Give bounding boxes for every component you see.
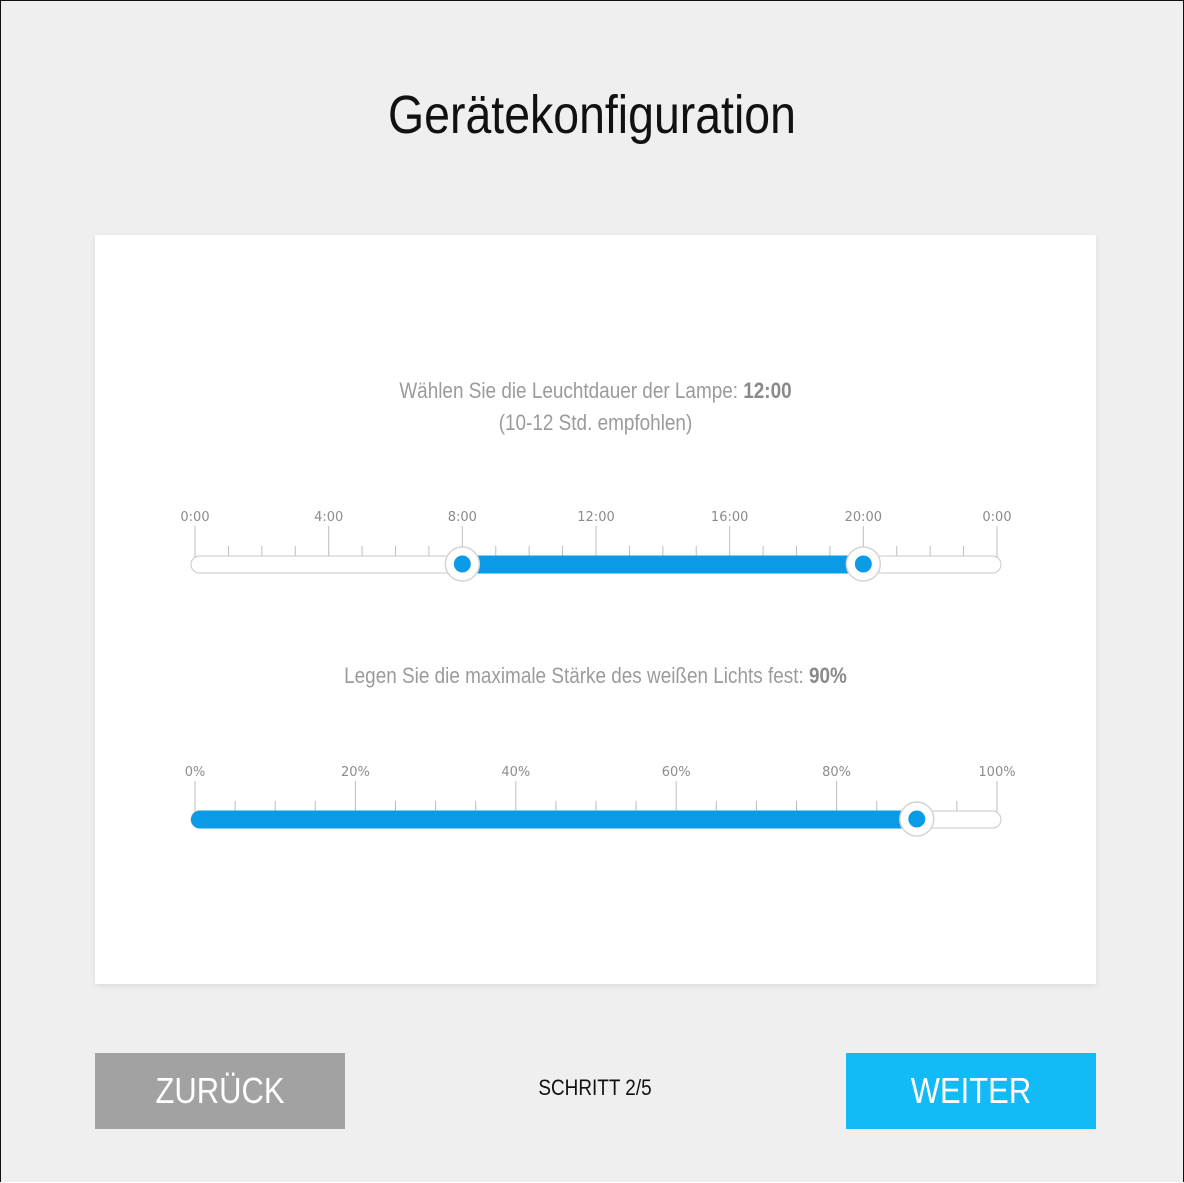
intensity-label: Legen Sie die maximale Stärke des weißen… xyxy=(165,663,1026,689)
sliders-canvas: 0:00 4:00 8:00 12:00 16:00 20:00 0:00 0% 20% 40%… xyxy=(180,510,1016,837)
intensity-tick-label: 60% xyxy=(662,765,691,780)
duration-tick-label: 8:00 xyxy=(448,510,477,525)
duration-tick-label: 16:00 xyxy=(711,510,748,525)
intensity-tick-label: 0% xyxy=(185,765,206,780)
settings-card: Wählen Sie die Leuchtdauer der Lampe: 12… xyxy=(95,235,1096,984)
duration-tick-label: 20:00 xyxy=(845,510,882,525)
intensity-tick-label: 100% xyxy=(978,765,1015,780)
duration-tick-label: 0:00 xyxy=(982,510,1011,525)
intensity-thumb-dot-1 xyxy=(908,810,926,828)
intensity-value: 90% xyxy=(808,663,847,688)
intensity-tick-label: 20% xyxy=(341,765,370,780)
duration-tick-label: 0:00 xyxy=(180,510,209,525)
step-indicator: SCHRITT 2/5 xyxy=(538,1075,652,1100)
duration-thumb-dot-1 xyxy=(453,555,471,573)
intensity-tick-label: 80% xyxy=(822,765,851,780)
page-title: Gerätekonfiguration xyxy=(388,85,796,145)
back-button-label: ZURÜCK xyxy=(155,1070,285,1111)
duration-fill xyxy=(462,555,864,574)
duration-tick-label: 12:00 xyxy=(577,510,614,525)
duration-thumb-dot-2 xyxy=(854,555,872,573)
intensity-label-text: Legen Sie die maximale Stärke des weißen… xyxy=(344,663,809,688)
back-button[interactable]: ZURÜCK xyxy=(95,1053,345,1129)
duration-slider[interactable]: 0:00 4:00 8:00 12:00 16:00 20:00 0:00 xyxy=(180,510,1012,582)
next-button[interactable]: WEITER xyxy=(846,1053,1096,1129)
intensity-slider[interactable]: 0% 20% 40% 60% 80% 100% xyxy=(185,765,1016,837)
intensity-tick-label: 40% xyxy=(501,765,530,780)
duration-tick-label: 4:00 xyxy=(314,510,343,525)
intensity-fill xyxy=(191,810,917,829)
next-button-label: WEITER xyxy=(910,1070,1032,1111)
